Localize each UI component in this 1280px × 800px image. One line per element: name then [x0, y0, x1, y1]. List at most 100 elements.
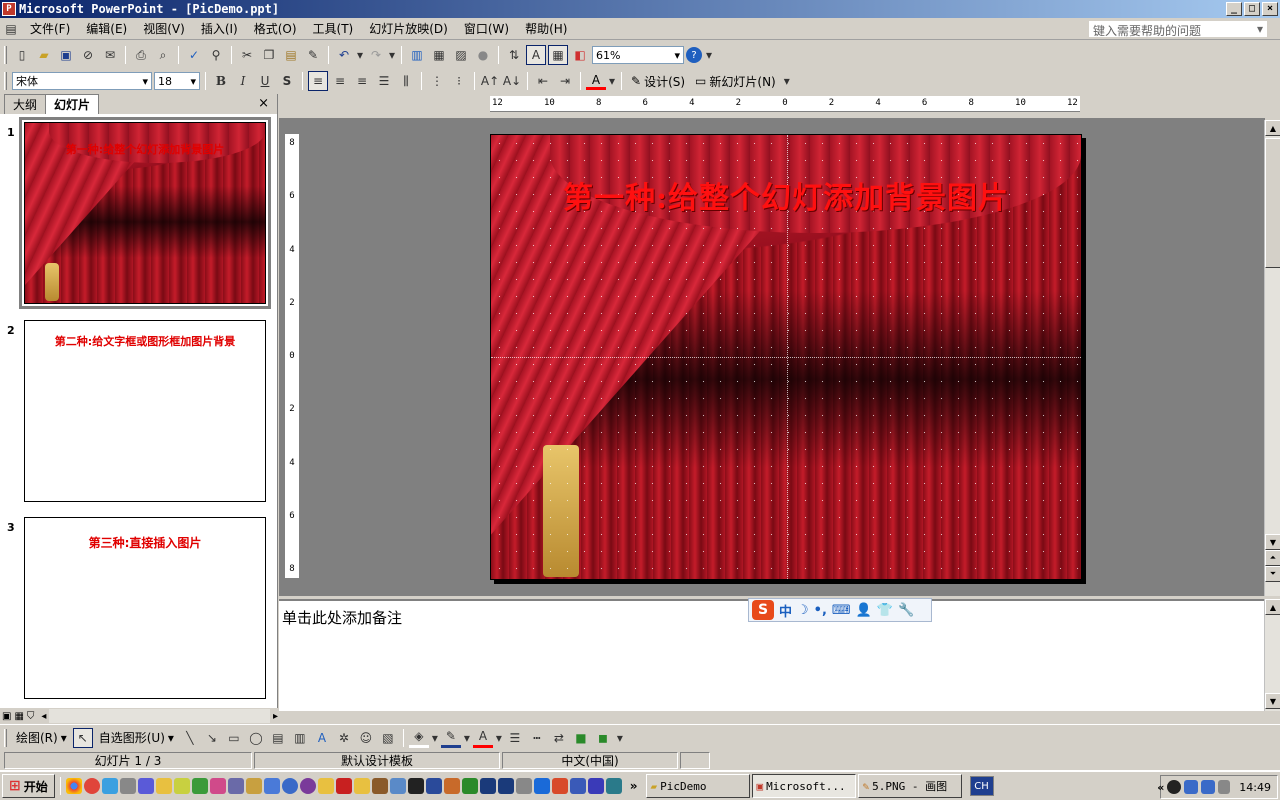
- toolbar-options-icon[interactable]: ▾: [615, 728, 625, 748]
- horizontal-ruler[interactable]: 12 10 8 6 4 2 0 2 4 6 8 10 12: [490, 96, 1080, 112]
- app-icon[interactable]: [407, 778, 424, 794]
- chevron-down-icon[interactable]: ▾: [142, 75, 148, 88]
- redo-icon[interactable]: ↷: [366, 45, 386, 65]
- arrow-icon[interactable]: ↘: [202, 728, 222, 748]
- bold-button[interactable]: B: [211, 71, 231, 91]
- app-icon[interactable]: [461, 778, 478, 794]
- app-icon[interactable]: [299, 778, 316, 794]
- app-icon[interactable]: [533, 778, 550, 794]
- app-icon[interactable]: [389, 778, 406, 794]
- more-quicklaunch-icon[interactable]: »: [624, 779, 644, 793]
- infinity-icon[interactable]: [137, 778, 154, 794]
- language-indicator[interactable]: CH: [969, 776, 994, 796]
- app-icon[interactable]: [371, 778, 388, 794]
- app-icon[interactable]: [551, 778, 568, 794]
- current-slide[interactable]: 第一种:给整个幻灯添加背景图片: [490, 134, 1082, 580]
- slideshow-view-icon[interactable]: ⛉: [27, 711, 35, 722]
- font-size-combo[interactable]: 18 ▾: [154, 72, 200, 90]
- notes-placeholder[interactable]: 单击此处添加备注: [282, 607, 402, 628]
- app-icon[interactable]: [515, 778, 532, 794]
- app-icon[interactable]: [479, 778, 496, 794]
- app-icon[interactable]: [119, 778, 136, 794]
- vertical-ruler[interactable]: 8 6 4 2 0 2 4 6 8: [285, 134, 299, 578]
- app-icon[interactable]: [425, 778, 442, 794]
- clock[interactable]: 14:49: [1239, 781, 1271, 794]
- clipart-icon[interactable]: ☺: [356, 728, 376, 748]
- scroll-up-icon[interactable]: ▲: [1265, 599, 1280, 615]
- chevron-down-icon[interactable]: ▾: [674, 49, 680, 62]
- chevron-down-icon[interactable]: ▾: [1257, 22, 1263, 36]
- slide-scrollbar[interactable]: ▲ ▼ ⏶ ⏷: [1264, 120, 1280, 596]
- close-button[interactable]: ×: [1262, 2, 1278, 16]
- horizontal-guide[interactable]: [491, 357, 1081, 358]
- slide-thumbnail-3[interactable]: 第三种:直接插入图片: [24, 517, 266, 699]
- wordart-icon[interactable]: A: [312, 728, 332, 748]
- maximize-button[interactable]: □: [1244, 2, 1260, 16]
- network-icon[interactable]: [1201, 780, 1216, 794]
- font-name-combo[interactable]: 宋体 ▾: [12, 72, 152, 90]
- scroll-up-icon[interactable]: ▲: [1265, 120, 1280, 136]
- zoom-combo[interactable]: 61% ▾: [592, 46, 684, 64]
- skin-icon[interactable]: 👕: [877, 603, 893, 618]
- shadow-style-icon[interactable]: ■: [571, 728, 591, 748]
- sogou-logo-icon[interactable]: S: [752, 600, 774, 620]
- line-style-icon[interactable]: ☰: [505, 728, 525, 748]
- copy-icon[interactable]: ❐: [259, 45, 279, 65]
- folder-icon[interactable]: [353, 778, 370, 794]
- minimize-button[interactable]: _: [1226, 2, 1242, 16]
- slide-thumbnail-2[interactable]: 第二种:给文字框或图形框加图片背景: [24, 320, 266, 502]
- toolbar-grip[interactable]: [4, 728, 7, 747]
- save-icon[interactable]: ▣: [56, 45, 76, 65]
- expand-all-icon[interactable]: ⇅: [504, 45, 524, 65]
- tray-expand-icon[interactable]: «: [1157, 781, 1164, 794]
- tab-slides[interactable]: 幻灯片: [45, 94, 100, 114]
- columns-icon[interactable]: ⫼: [396, 71, 416, 91]
- insert-picture-icon[interactable]: ▧: [378, 728, 398, 748]
- app-icon[interactable]: [281, 778, 298, 794]
- slide-title-textbox[interactable]: 第一种:给整个幻灯添加背景图片: [491, 173, 1081, 217]
- soft-keyboard-icon[interactable]: ⌨: [832, 603, 851, 618]
- tab-outline[interactable]: 大纲: [4, 94, 47, 114]
- toolbar-grip[interactable]: [4, 46, 7, 64]
- scroll-down-icon[interactable]: ▼: [1265, 534, 1280, 550]
- line-color-icon[interactable]: ✎: [440, 728, 461, 748]
- align-left-icon[interactable]: ≡: [308, 71, 328, 91]
- app-icon[interactable]: [335, 778, 352, 794]
- shadow-button[interactable]: S: [277, 71, 297, 91]
- font-color-button[interactable]: A: [586, 72, 606, 90]
- research-icon[interactable]: ⚲: [206, 45, 226, 65]
- menu-window[interactable]: 窗口(W): [456, 20, 517, 37]
- autoshapes-button[interactable]: 自选图形(U) ▾: [95, 729, 178, 746]
- format-painter-icon[interactable]: ✎: [303, 45, 323, 65]
- user-icon[interactable]: 👤: [856, 603, 872, 618]
- close-pane-icon[interactable]: ×: [258, 96, 269, 111]
- punctuation-icon[interactable]: •,: [814, 603, 827, 618]
- decrease-font-icon[interactable]: A↓: [502, 71, 522, 91]
- select-objects-icon[interactable]: ↖: [72, 727, 93, 748]
- diagram-icon[interactable]: ✲: [334, 728, 354, 748]
- chat-icon[interactable]: [101, 778, 118, 794]
- scroll-down-icon[interactable]: ▼: [1265, 693, 1280, 709]
- justify-icon[interactable]: ☰: [374, 71, 394, 91]
- task-picdemo-folder[interactable]: ▰ PicDemo: [645, 774, 750, 798]
- task-powerpoint[interactable]: ▣ Microsoft...: [751, 774, 856, 798]
- oval-icon[interactable]: ◯: [246, 728, 266, 748]
- menu-format[interactable]: 格式(O): [246, 20, 305, 37]
- arrow-style-icon[interactable]: ⇄: [549, 728, 569, 748]
- scroll-thumb[interactable]: [1265, 138, 1280, 268]
- help-icon[interactable]: ?: [686, 47, 702, 63]
- normal-view-icon[interactable]: ▣: [2, 711, 11, 722]
- new-slide-button[interactable]: ▭ 新幻灯片(N): [691, 73, 780, 90]
- tables-borders-icon[interactable]: ▨: [451, 45, 471, 65]
- menu-edit[interactable]: 编辑(E): [78, 20, 135, 37]
- menu-help[interactable]: 帮助(H): [517, 20, 575, 37]
- powerpoint-app-icon[interactable]: P: [2, 2, 16, 16]
- folder-icon[interactable]: [317, 778, 334, 794]
- vertical-textbox-icon[interactable]: ▥: [290, 728, 310, 748]
- numbering-icon[interactable]: ⋮: [427, 71, 447, 91]
- qq-penguin-icon[interactable]: [1167, 780, 1182, 794]
- print-icon[interactable]: ⎙: [131, 45, 151, 65]
- draw-font-color-dropdown-icon[interactable]: ▾: [495, 728, 503, 748]
- print-preview-icon[interactable]: ⌕: [153, 45, 173, 65]
- show-formatting-icon[interactable]: A: [526, 45, 546, 65]
